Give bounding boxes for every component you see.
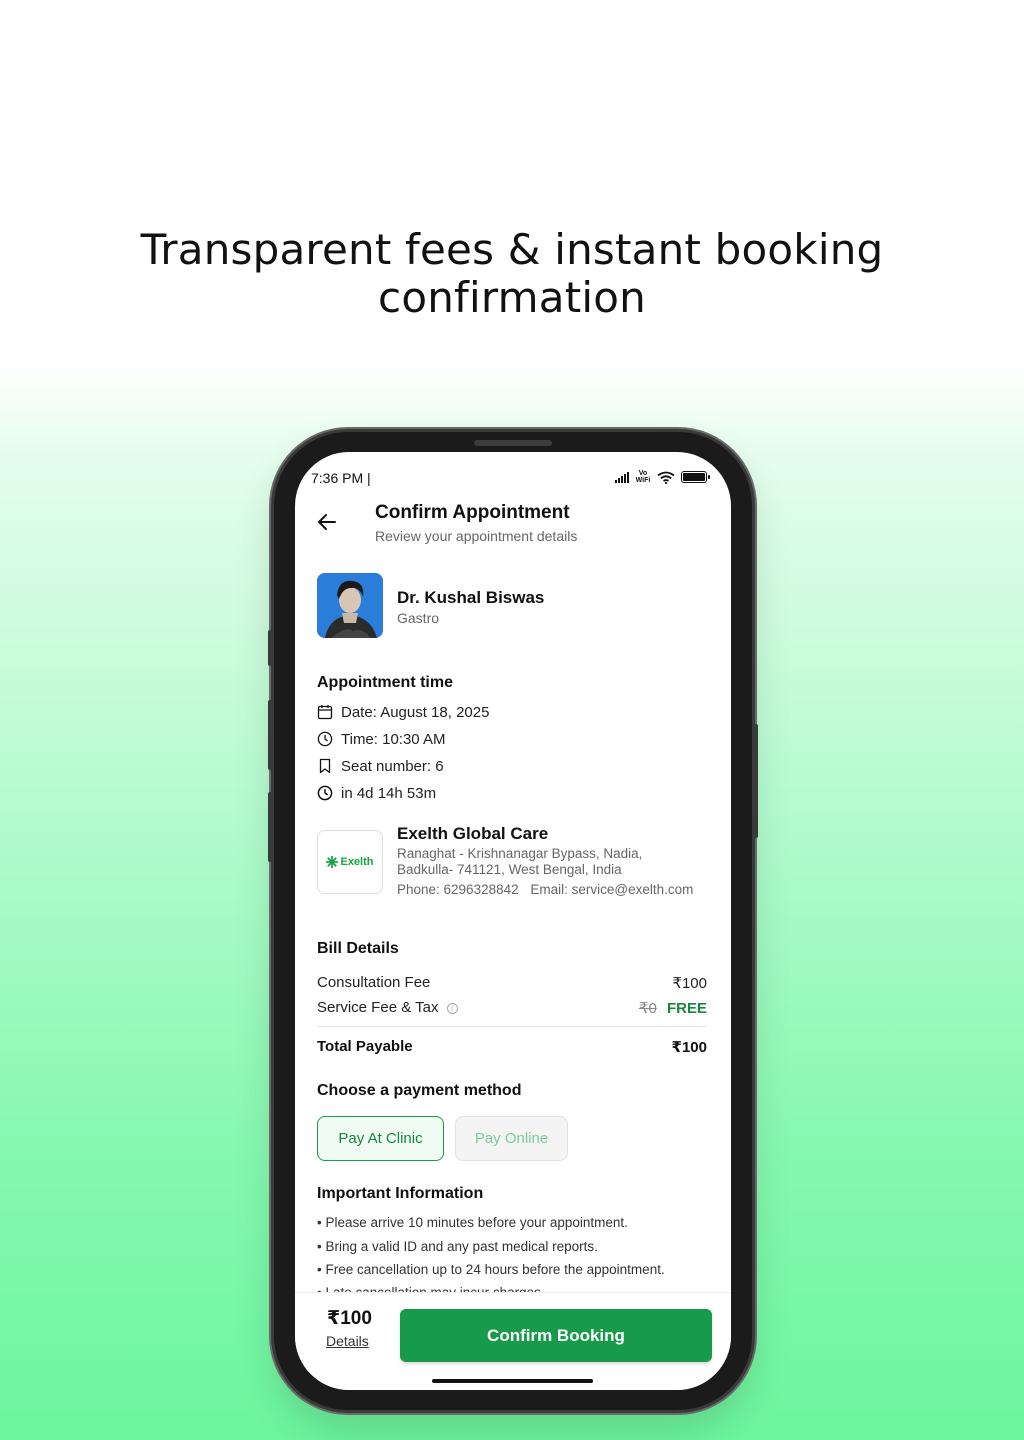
countdown-row: in 4d 14h 53m xyxy=(317,783,436,803)
clock-icon xyxy=(317,785,333,801)
app-screen: 7:36 PM | Vo WiFi Confirm Appointment Re… xyxy=(295,452,731,1390)
total-value: ₹100 xyxy=(671,1039,707,1056)
clinic-logo-icon xyxy=(326,856,339,868)
countdown-text: in 4d 14h 53m xyxy=(341,784,437,802)
consultation-fee-value: ₹100 xyxy=(672,975,707,992)
phone-frame: 7:36 PM | Vo WiFi Confirm Appointment Re… xyxy=(268,432,758,1410)
consultation-fee-label: Consultation Fee xyxy=(317,974,431,991)
pay-at-clinic-button[interactable]: Pay At Clinic xyxy=(317,1116,444,1161)
payment-heading: Choose a payment method xyxy=(317,1082,522,1099)
clinic-phone: Phone: 6296328842 xyxy=(397,882,519,897)
signal-icon xyxy=(615,471,629,483)
clinic-logo: Exelth xyxy=(317,830,383,894)
appointment-time: Time: 10:30 AM xyxy=(341,730,446,748)
page-title: Confirm Appointment xyxy=(375,502,570,523)
doctor-specialty: Gastro xyxy=(397,610,440,626)
appointment-date-row: Date: August 18, 2025 xyxy=(317,702,489,722)
bottom-bar: ₹100 Details Confirm Booking xyxy=(295,1292,731,1390)
service-fee-row: Service Fee & Tax i ₹0 FREE xyxy=(317,999,707,1017)
consultation-fee-row: Consultation Fee ₹100 xyxy=(317,974,707,992)
bill-heading: Bill Details xyxy=(317,940,399,957)
clinic-contact: Phone: 6296328842 Email: service@exelth.… xyxy=(397,882,693,897)
footer-price: ₹100 xyxy=(327,1308,372,1329)
total-row: Total Payable ₹100 xyxy=(317,1038,707,1056)
page-subtitle: Review your appointment details xyxy=(375,528,578,544)
phone-side-button xyxy=(268,630,273,666)
headline-line-2: confirmation xyxy=(378,273,646,322)
bill-divider xyxy=(317,1026,707,1027)
clock-icon xyxy=(317,731,333,747)
info-heading: Important Information xyxy=(317,1185,484,1202)
doctor-name: Dr. Kushal Biswas xyxy=(397,588,545,607)
vowifi-label: Vo WiFi xyxy=(635,470,651,484)
phone-volume-down xyxy=(268,792,273,862)
doctor-avatar xyxy=(317,573,383,638)
battery-icon xyxy=(681,471,710,483)
clinic-email: Email: service@exelth.com xyxy=(530,882,694,897)
info-icon[interactable]: i xyxy=(446,1002,458,1014)
total-label: Total Payable xyxy=(317,1038,413,1055)
seat-row: Seat number: 6 xyxy=(317,756,444,776)
confirm-booking-button[interactable]: Confirm Booking xyxy=(400,1309,712,1362)
pay-online-button[interactable]: Pay Online xyxy=(455,1116,568,1161)
phone-speaker xyxy=(474,440,552,446)
clinic-logo-text: Exelth xyxy=(340,856,374,868)
headline: Transparent fees & instant booking confi… xyxy=(0,226,1024,322)
info-item: • Please arrive 10 minutes before your a… xyxy=(317,1215,628,1230)
seat-number: Seat number: 6 xyxy=(341,757,444,775)
phone-volume-up xyxy=(268,700,273,770)
service-fee-free: FREE xyxy=(666,1000,707,1017)
details-link[interactable]: Details xyxy=(326,1333,369,1349)
status-time: 7:36 PM | xyxy=(311,470,371,486)
clinic-name: Exelth Global Care xyxy=(397,824,549,843)
appointment-heading: Appointment time xyxy=(317,674,453,691)
appointment-time-row: Time: 10:30 AM xyxy=(317,729,446,749)
service-fee-label: Service Fee & Tax xyxy=(317,999,439,1016)
service-fee-original: ₹0 xyxy=(638,1000,657,1017)
doctor-photo xyxy=(317,573,383,638)
status-bar: 7:36 PM | Vo WiFi xyxy=(311,470,710,486)
status-icons: Vo WiFi xyxy=(615,470,710,484)
info-item: • Free cancellation up to 24 hours befor… xyxy=(317,1262,665,1277)
calendar-icon xyxy=(317,705,333,720)
bookmark-icon xyxy=(319,758,331,774)
clinic-address: Ranaghat - Krishnanagar Bypass, Nadia, B… xyxy=(397,846,643,877)
back-arrow-icon[interactable] xyxy=(315,510,339,534)
info-item: • Bring a valid ID and any past medical … xyxy=(317,1239,598,1254)
home-indicator xyxy=(432,1379,593,1383)
wifi-icon xyxy=(657,471,675,484)
headline-line-1: Transparent fees & instant booking xyxy=(140,225,884,274)
appointment-date: Date: August 18, 2025 xyxy=(341,703,490,721)
phone-power-button xyxy=(753,724,758,838)
